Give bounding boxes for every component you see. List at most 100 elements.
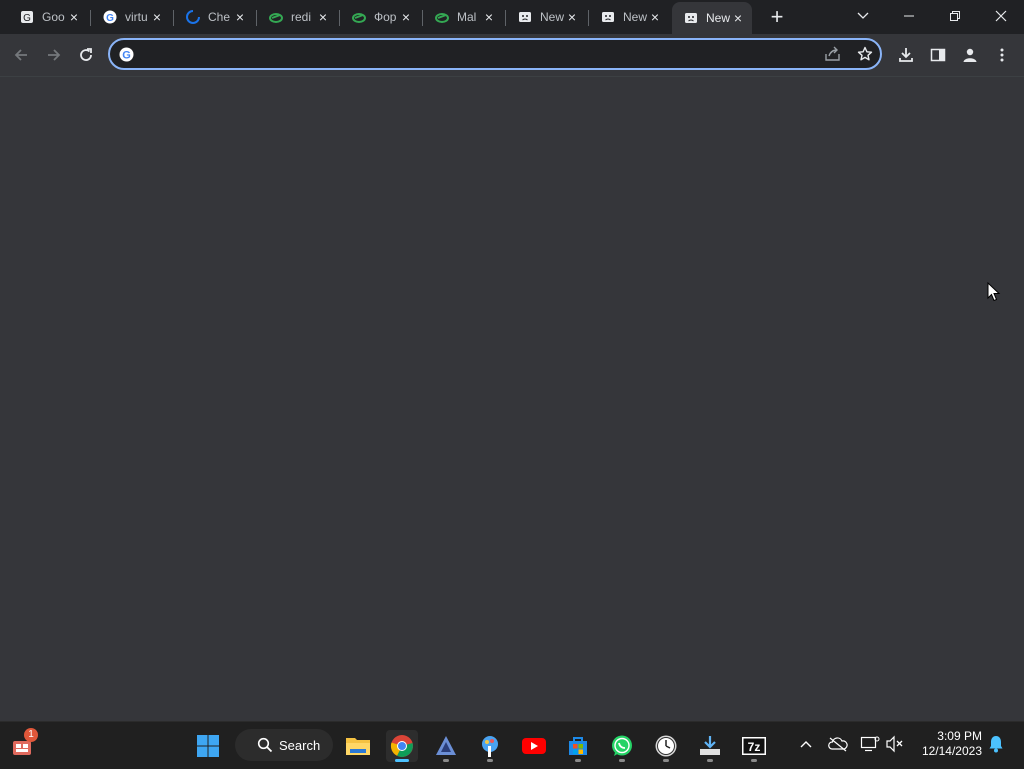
tab-title: Che — [208, 10, 231, 24]
chevron-down-icon — [857, 12, 869, 19]
tab-close-icon[interactable]: × — [400, 10, 412, 24]
windows-start-icon — [197, 735, 219, 757]
sad-tab-icon — [601, 10, 615, 24]
microsoft-store-button[interactable] — [562, 730, 594, 762]
youtube-icon — [522, 738, 546, 754]
tab-for[interactable]: Фор × — [340, 4, 420, 30]
star-icon — [857, 46, 873, 61]
volume-button[interactable] — [883, 732, 907, 756]
sad-tab-icon — [518, 10, 532, 24]
close-icon — [995, 10, 1007, 22]
tab-title: Фор — [374, 10, 397, 24]
whatsapp-icon — [612, 735, 632, 756]
microsoft-store-icon — [569, 737, 587, 755]
tab-google-search[interactable]: G virtu × — [91, 4, 171, 30]
profile-button[interactable] — [957, 42, 983, 68]
clock-app-button[interactable] — [650, 730, 682, 762]
menu-button[interactable] — [989, 42, 1015, 68]
share-button[interactable] — [824, 46, 842, 67]
tab-loading[interactable]: Che × — [174, 4, 254, 30]
paint-button[interactable] — [474, 730, 506, 762]
running-indicator — [619, 759, 625, 762]
back-button[interactable] — [8, 42, 34, 68]
tab-close-icon[interactable]: × — [317, 10, 329, 24]
clock-time: 3:09 PM — [937, 729, 982, 743]
google-icon: G — [119, 47, 134, 67]
onedrive-button[interactable] — [826, 732, 850, 756]
forward-button[interactable] — [41, 42, 67, 68]
svg-text:7z: 7z — [748, 740, 761, 754]
tab-new-1[interactable]: New × — [506, 4, 586, 30]
system-clock[interactable]: 3:09 PM 12/14/2023 — [912, 729, 982, 759]
network-button[interactable] — [858, 732, 882, 756]
tab-close-icon[interactable]: × — [649, 10, 661, 24]
side-panel-button[interactable] — [925, 42, 951, 68]
network-icon — [860, 736, 880, 752]
page-content — [0, 77, 1024, 721]
profile-icon — [963, 48, 977, 62]
google-icon: G — [103, 10, 117, 24]
minimize-button[interactable] — [886, 0, 932, 32]
tab-title: virtu — [125, 10, 148, 24]
youtube-button[interactable] — [518, 730, 550, 762]
running-indicator — [575, 759, 581, 762]
mouse-cursor-icon — [987, 281, 1001, 307]
notifications-button[interactable] — [984, 732, 1008, 756]
tab-search-button[interactable] — [840, 0, 886, 32]
google-drive-icon: G — [20, 10, 34, 24]
restore-button[interactable] — [932, 0, 978, 32]
widgets-button[interactable]: 1 — [6, 728, 38, 762]
tab-close-icon[interactable]: × — [151, 10, 163, 24]
file-explorer-icon — [346, 738, 370, 755]
address-input[interactable] — [146, 44, 830, 66]
loading-icon — [186, 10, 200, 24]
bookmark-star-button[interactable] — [857, 46, 873, 67]
tab-close-icon[interactable]: × — [483, 10, 495, 24]
active-indicator — [395, 759, 409, 762]
chevron-up-icon — [800, 741, 812, 748]
show-hidden-icons-button[interactable] — [794, 732, 818, 756]
clock-date: 12/14/2023 — [921, 744, 982, 758]
7zip-icon: 7z — [742, 737, 766, 755]
taskbar: 1 Search 7z 3:09 PM 12/14/2023 — [0, 721, 1024, 769]
back-arrow-icon — [14, 49, 27, 61]
whatsapp-button[interactable] — [606, 730, 638, 762]
running-indicator — [707, 759, 713, 762]
bell-icon — [989, 736, 1003, 753]
tab-close-icon[interactable]: × — [732, 11, 744, 25]
app-icon — [352, 10, 366, 24]
app-button[interactable] — [430, 730, 462, 762]
tab-close-icon[interactable]: × — [234, 10, 246, 24]
tab-title: redi — [291, 10, 312, 24]
address-bar[interactable]: G — [108, 38, 882, 70]
volume-muted-icon — [886, 735, 903, 753]
file-explorer-button[interactable] — [342, 730, 374, 762]
paint-icon — [482, 736, 498, 757]
start-button[interactable] — [192, 730, 224, 762]
tab-redi[interactable]: redi × — [257, 4, 337, 30]
downloads-app-button[interactable] — [694, 730, 726, 762]
tab-close-icon[interactable]: × — [566, 10, 578, 24]
download-icon — [899, 48, 913, 62]
tab-new-2[interactable]: New × — [589, 4, 669, 30]
taskbar-search[interactable]: Search — [235, 729, 333, 761]
minimize-icon — [904, 15, 914, 17]
svg-text:G: G — [106, 13, 114, 24]
share-icon — [825, 46, 840, 61]
tab-title: New — [706, 11, 730, 25]
reload-button[interactable] — [73, 42, 99, 68]
chrome-icon — [390, 735, 413, 757]
downloads-button[interactable] — [893, 42, 919, 68]
tab-title: Mal — [457, 10, 477, 24]
tab-close-icon[interactable]: × — [68, 10, 80, 24]
new-tab-button[interactable]: + — [766, 6, 788, 28]
chrome-button[interactable] — [386, 730, 418, 762]
forward-arrow-icon — [48, 49, 61, 61]
app-icon — [436, 736, 456, 755]
7zip-button[interactable]: 7z — [738, 730, 770, 762]
downloads-icon — [700, 736, 720, 755]
tab-mal[interactable]: Mal × — [423, 4, 503, 30]
close-window-button[interactable] — [978, 0, 1024, 32]
tab-google-drive[interactable]: G Goo × — [8, 4, 88, 30]
tab-new-active[interactable]: New × — [672, 2, 752, 34]
